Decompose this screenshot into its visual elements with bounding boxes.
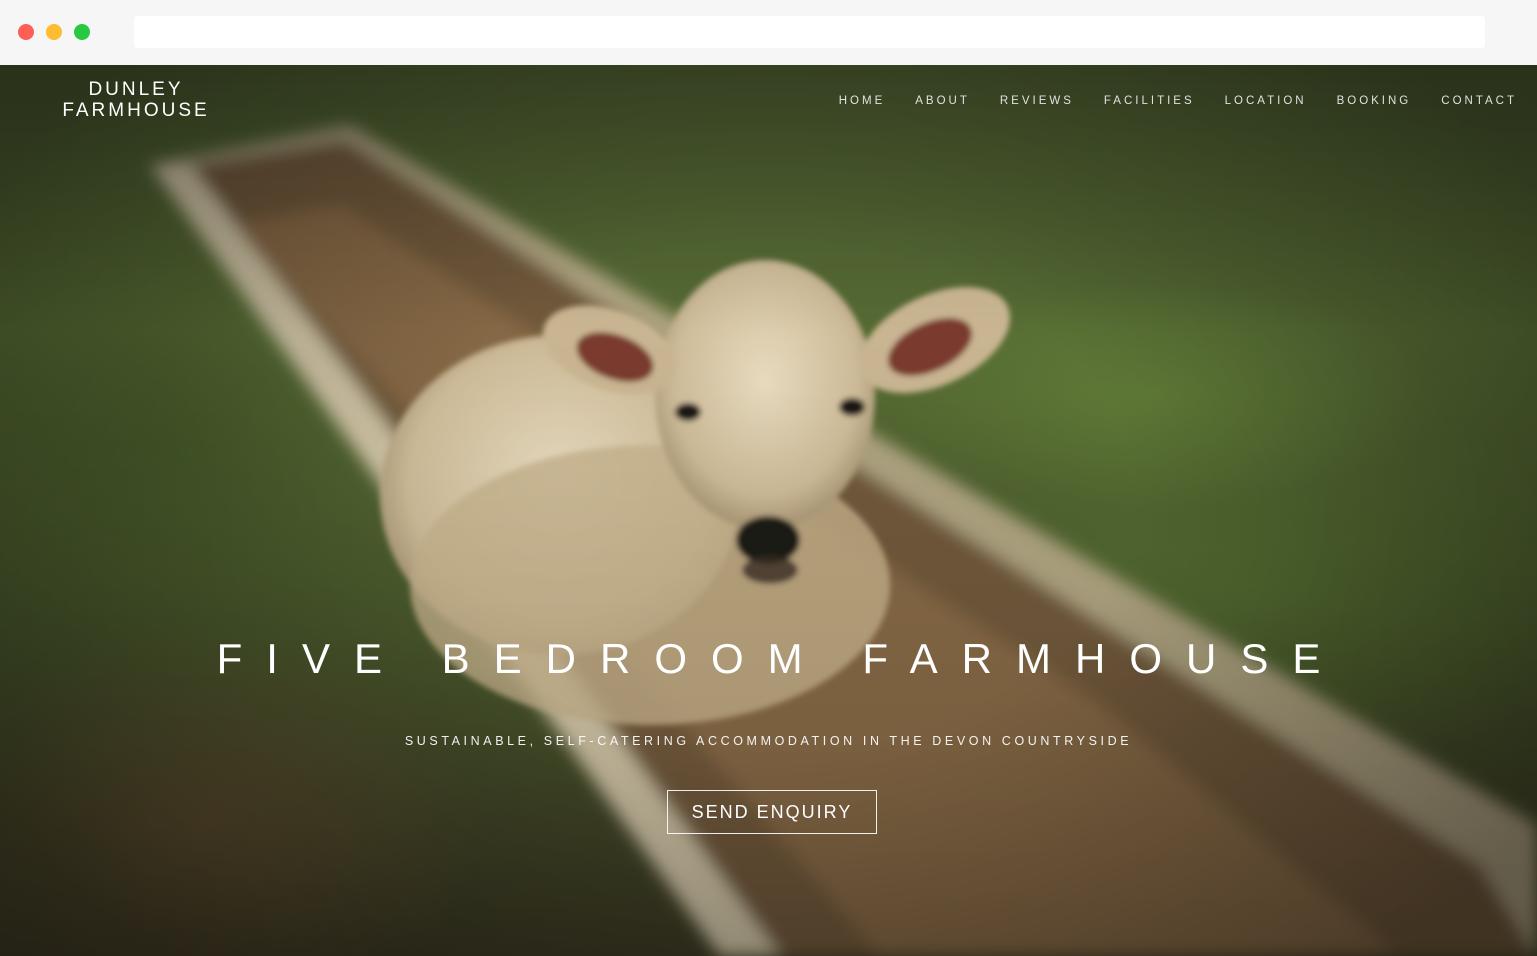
maximize-window-button[interactable]: [74, 24, 90, 40]
page-viewport: DUNLEY FARMHOUSE HOME ABOUT REVIEWS FACI…: [0, 65, 1537, 956]
browser-chrome: [0, 0, 1537, 65]
main-navigation: HOME ABOUT REVIEWS FACILITIES LOCATION B…: [809, 95, 1517, 107]
minimize-window-button[interactable]: [46, 24, 62, 40]
nav-item-home[interactable]: HOME: [839, 95, 886, 107]
hero-title: FIVE BEDROOM FARMHOUSE: [216, 635, 1345, 682]
nav-item-reviews[interactable]: REVIEWS: [1000, 95, 1074, 107]
send-enquiry-button[interactable]: SEND ENQUIRY: [667, 790, 877, 834]
logo-line-1: DUNLEY: [88, 79, 184, 100]
nav-item-contact[interactable]: CONTACT: [1441, 95, 1517, 107]
close-window-button[interactable]: [18, 24, 34, 40]
nav-item-booking[interactable]: BOOKING: [1337, 95, 1412, 107]
nav-item-location[interactable]: LOCATION: [1225, 95, 1307, 107]
logo-line-2: FARMHOUSE: [62, 100, 210, 121]
nav-item-about[interactable]: ABOUT: [915, 95, 970, 107]
nav-item-facilities[interactable]: FACILITIES: [1104, 95, 1195, 107]
hero-subtitle: SUSTAINABLE, SELF-CATERING ACCOMMODATION…: [404, 734, 1133, 748]
site-logo[interactable]: DUNLEY FARMHOUSE: [60, 79, 212, 121]
address-bar[interactable]: [134, 16, 1485, 48]
